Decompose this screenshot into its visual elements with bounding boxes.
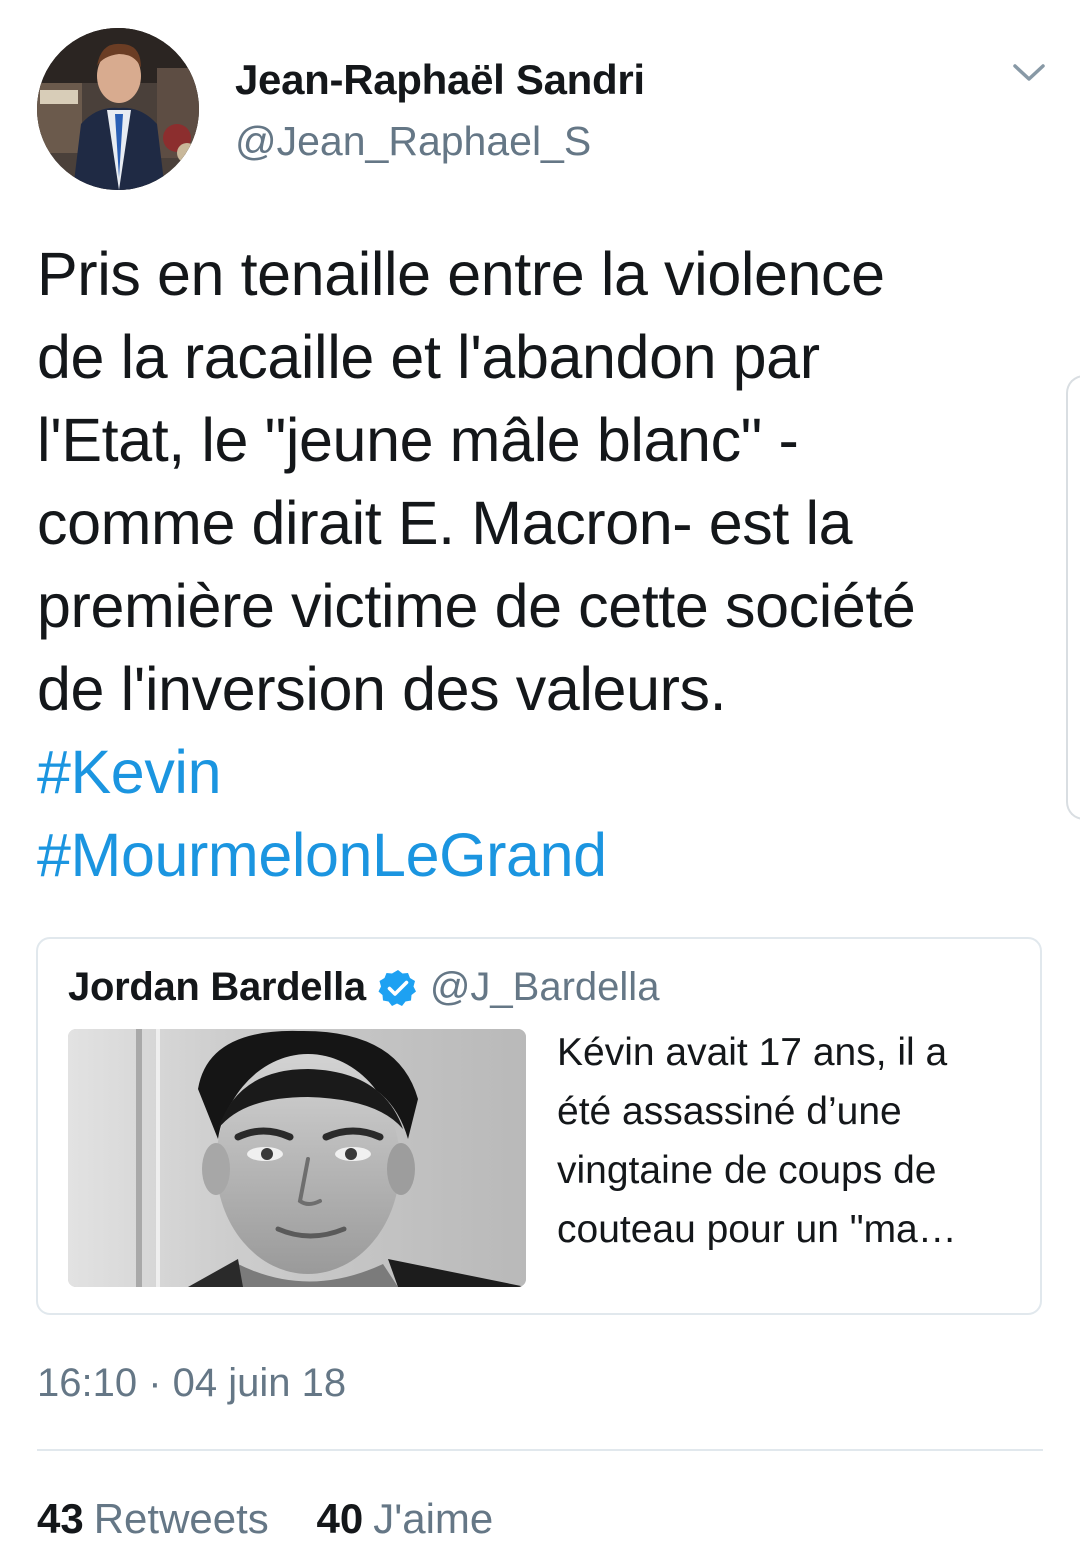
scroll-edge-indicator [1066,375,1080,820]
likes-label: J'aime [373,1495,494,1542]
quoted-tweet-card[interactable]: Jordan Bardella @J_Bardella Kévin avait … [36,937,1042,1315]
hashtag-link[interactable]: #Kevin [37,731,1047,814]
likes-count: 40 [316,1495,364,1542]
verified-badge-icon [378,968,418,1008]
quoted-tweet-photo[interactable] [68,1029,526,1287]
quoted-tweet-header: Jordan Bardella @J_Bardella [68,965,659,1010]
author-avatar[interactable] [37,28,199,190]
quoted-text-line: été assassiné d’une [557,1090,902,1133]
quoted-author-name: Jordan Bardella [68,965,366,1009]
author-handle[interactable]: @Jean_Raphael_S [235,118,591,165]
retweets-stat[interactable]: 43 Retweets [37,1495,269,1543]
tweet-text: Pris en tenaille entre la violence de la… [37,233,1047,897]
tweet-text-line: de l'inversion des valeurs. [37,655,727,723]
tweet-text-line: première victime de cette société [37,572,916,640]
chevron-down-icon[interactable] [1007,55,1051,89]
divider [37,1449,1043,1451]
quoted-author-handle: @J_Bardella [429,965,660,1009]
quoted-text-line: vingtaine de coups de [557,1149,937,1192]
retweets-count: 43 [37,1495,84,1542]
quoted-text-line: Kévin avait 17 ans, il a [557,1031,948,1074]
tweet-stats: 43 Retweets 40 J'aime [37,1495,493,1543]
quoted-text-line: couteau pour un "ma… [557,1208,957,1251]
author-name[interactable]: Jean-Raphaël Sandri [235,56,645,104]
tweet-text-line: de la racaille et l'abandon par [37,323,820,391]
quoted-tweet-text: Kévin avait 17 ans, il a été assassiné d… [557,1023,1027,1259]
retweets-label: Retweets [93,1495,269,1542]
hashtag-link[interactable]: #MourmelonLeGrand [37,814,1047,897]
tweet-text-line: l'Etat, le "jeune mâle blanc" - [37,406,799,474]
tweet-text-line: comme dirait E. Macron- est la [37,489,853,557]
likes-stat[interactable]: 40 J'aime [316,1495,493,1543]
tweet-timestamp[interactable]: 16:10 · 04 juin 18 [37,1361,346,1406]
tweet-text-line: Pris en tenaille entre la violence [37,240,885,308]
